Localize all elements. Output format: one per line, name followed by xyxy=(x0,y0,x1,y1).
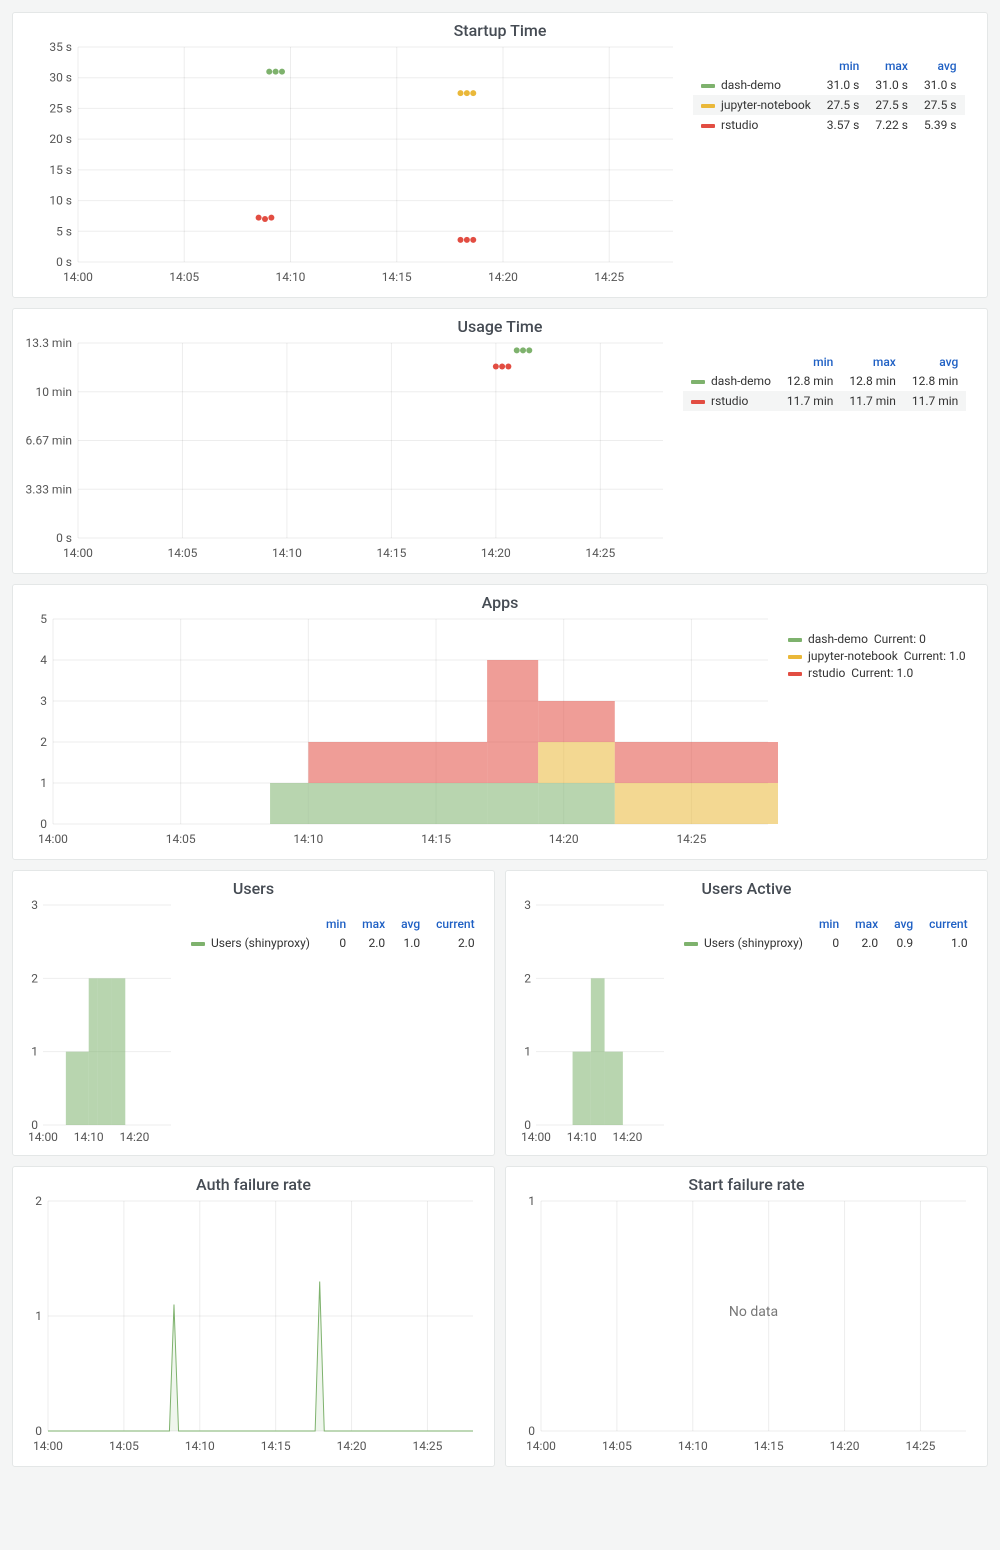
start-failure-chart[interactable]: 0 1 14:00 14:05 14:10 14:15 14:20 14:25 No data xyxy=(516,1196,976,1456)
svg-text:14:15: 14:15 xyxy=(421,832,451,846)
svg-text:14:10: 14:10 xyxy=(185,1439,215,1453)
svg-text:0 s: 0 s xyxy=(56,531,72,545)
svg-text:3: 3 xyxy=(31,900,38,912)
svg-text:14:00: 14:00 xyxy=(63,270,93,284)
svg-text:20 s: 20 s xyxy=(49,132,72,146)
svg-text:14:25: 14:25 xyxy=(585,546,615,560)
panel-title: Users xyxy=(13,871,494,900)
svg-text:14:05: 14:05 xyxy=(169,270,199,284)
svg-text:14:10: 14:10 xyxy=(272,546,302,560)
usage-chart[interactable]: 0 s 3.33 min 6.67 min 10 min 13.3 min 14:00 14… xyxy=(23,338,673,563)
users-active-legend: minmaxavgcurrent Users (shinyproxy)02.00… xyxy=(676,915,976,953)
panel-title: Auth failure rate xyxy=(13,1167,494,1196)
start-failure-panel: Start failure rate 0 1 14:00 14:05 14:10 14:1… xyxy=(505,1166,988,1467)
svg-text:3: 3 xyxy=(40,694,47,708)
svg-text:2: 2 xyxy=(35,1196,42,1208)
svg-text:14:25: 14:25 xyxy=(594,270,624,284)
panel-title: Start failure rate xyxy=(506,1167,987,1196)
svg-text:10 s: 10 s xyxy=(49,194,72,208)
svg-text:3.33 min: 3.33 min xyxy=(26,482,72,496)
svg-text:14:20: 14:20 xyxy=(481,546,511,560)
users-active-chart[interactable]: 012314:0014:1014:20 xyxy=(516,900,666,1145)
svg-text:2: 2 xyxy=(524,971,531,985)
svg-text:14:05: 14:05 xyxy=(168,546,198,560)
svg-text:1: 1 xyxy=(528,1196,535,1208)
svg-text:14:25: 14:25 xyxy=(906,1439,936,1453)
svg-text:14:20: 14:20 xyxy=(549,832,579,846)
svg-text:14:00: 14:00 xyxy=(33,1439,63,1453)
svg-text:2: 2 xyxy=(40,735,47,749)
svg-text:30 s: 30 s xyxy=(49,71,72,85)
apps-legend: dash-demo Current: 0jupyter-notebook Cur… xyxy=(788,632,977,680)
svg-text:14:05: 14:05 xyxy=(166,832,196,846)
svg-text:5: 5 xyxy=(40,614,47,626)
svg-text:14:20: 14:20 xyxy=(830,1439,860,1453)
svg-text:14:10: 14:10 xyxy=(567,1130,597,1144)
auth-failure-chart[interactable]: 0 1 2 14:00 14:05 14:10 14:15 14:20 14:25 xyxy=(23,1196,483,1456)
apps-panel: Apps 0 1 2 3 4 5 14:00 14:05 14:10 14:15 14:20 14:2… xyxy=(12,584,988,860)
svg-text:14:00: 14:00 xyxy=(63,546,93,560)
users-active-panel: Users Active 012314:0014:1014:20 minmaxa… xyxy=(505,870,988,1156)
svg-text:14:00: 14:00 xyxy=(28,1130,58,1144)
svg-text:14:10: 14:10 xyxy=(276,270,306,284)
svg-text:2: 2 xyxy=(31,971,38,985)
svg-text:14:00: 14:00 xyxy=(521,1130,551,1144)
panel-title: Usage Time xyxy=(13,309,987,338)
svg-text:4: 4 xyxy=(40,653,47,667)
svg-text:14:15: 14:15 xyxy=(382,270,412,284)
usage-legend-table: minmaxavg dash-demo12.8 min12.8 min12.8 … xyxy=(683,353,966,411)
startup-legend-table: minmaxavg dash-demo31.0 s31.0 s31.0 sjup… xyxy=(693,57,965,135)
svg-text:14:15: 14:15 xyxy=(261,1439,291,1453)
panel-title: Users Active xyxy=(506,871,987,900)
startup-time-panel: Startup Time 0 s 5 s 10 s 15 s 20 s 25 s 30 s 3… xyxy=(12,12,988,298)
svg-text:14:25: 14:25 xyxy=(413,1439,443,1453)
apps-chart[interactable]: 0 1 2 3 4 5 14:00 14:05 14:10 14:15 14:20 14:25 xyxy=(23,614,778,849)
svg-text:14:20: 14:20 xyxy=(337,1439,367,1453)
svg-text:0: 0 xyxy=(40,817,47,831)
svg-text:3: 3 xyxy=(524,900,531,912)
auth-failure-panel: Auth failure rate 0 1 2 14:00 14:05 14:10 14:1… xyxy=(12,1166,495,1467)
users-chart[interactable]: 012314:0014:1014:20 xyxy=(23,900,173,1145)
users-panel: Users 012314:0014:1014:20 minmaxavgcurre… xyxy=(12,870,495,1156)
svg-text:14:10: 14:10 xyxy=(74,1130,104,1144)
svg-text:10 min: 10 min xyxy=(35,385,72,399)
svg-text:13.3 min: 13.3 min xyxy=(26,338,72,350)
usage-time-panel: Usage Time 0 s 3.33 min 6.67 min 10 min 13.3… xyxy=(12,308,988,574)
svg-text:14:10: 14:10 xyxy=(293,832,323,846)
svg-text:14:15: 14:15 xyxy=(754,1439,784,1453)
svg-text:No data: No data xyxy=(729,1304,778,1320)
users-legend: minmaxavgcurrent Users (shinyproxy)02.01… xyxy=(183,915,483,953)
svg-text:1: 1 xyxy=(31,1045,38,1059)
svg-text:0 s: 0 s xyxy=(56,255,72,269)
svg-text:14:05: 14:05 xyxy=(602,1439,632,1453)
svg-text:1: 1 xyxy=(35,1309,42,1323)
svg-text:0: 0 xyxy=(35,1424,42,1438)
svg-text:6.67 min: 6.67 min xyxy=(26,434,72,448)
svg-text:15 s: 15 s xyxy=(49,163,72,177)
svg-text:14:25: 14:25 xyxy=(676,832,706,846)
panel-title: Startup Time xyxy=(13,13,987,42)
svg-text:14:00: 14:00 xyxy=(38,832,68,846)
svg-text:1: 1 xyxy=(40,776,47,790)
svg-text:14:20: 14:20 xyxy=(119,1130,149,1144)
panel-title: Apps xyxy=(13,585,987,614)
svg-text:25 s: 25 s xyxy=(49,101,72,115)
svg-text:1: 1 xyxy=(524,1045,531,1059)
svg-text:14:00: 14:00 xyxy=(526,1439,556,1453)
startup-chart[interactable]: 0 s 5 s 10 s 15 s 20 s 25 s 30 s 35 s 14:00 14:05… xyxy=(23,42,683,287)
svg-text:14:20: 14:20 xyxy=(488,270,518,284)
svg-text:5 s: 5 s xyxy=(56,224,72,238)
svg-text:35 s: 35 s xyxy=(49,42,72,54)
svg-text:14:20: 14:20 xyxy=(612,1130,642,1144)
svg-text:14:05: 14:05 xyxy=(109,1439,139,1453)
svg-text:0: 0 xyxy=(528,1424,535,1438)
svg-text:14:15: 14:15 xyxy=(376,546,406,560)
svg-text:14:10: 14:10 xyxy=(678,1439,708,1453)
